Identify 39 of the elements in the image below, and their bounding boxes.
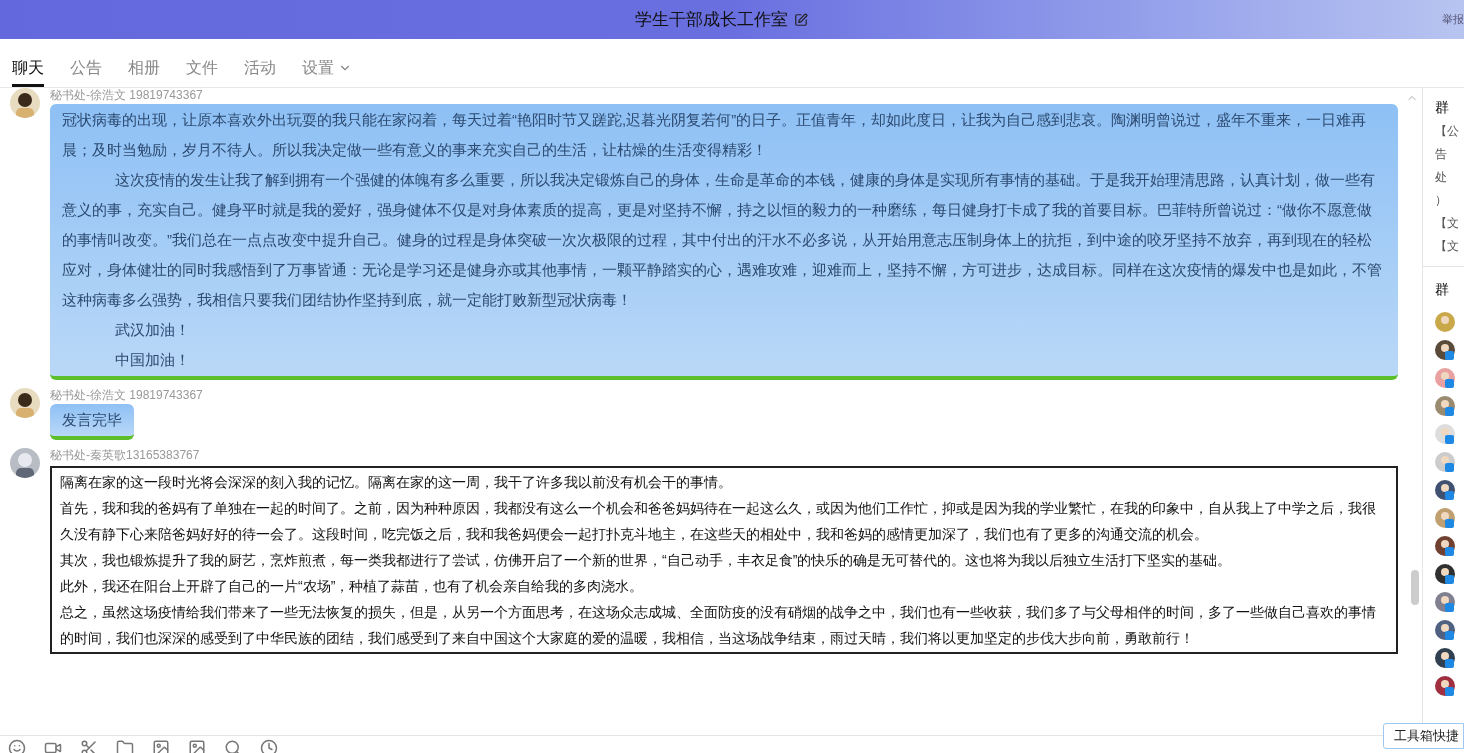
image-icon[interactable] — [188, 739, 206, 753]
notice-text: 【公 — [1435, 123, 1460, 140]
notice-heading: 群 — [1435, 98, 1450, 117]
tooltip: 工具箱快捷 — [1383, 723, 1464, 749]
sender-name: 秘书处-徐浩文 19819743367 — [50, 388, 203, 402]
tab[interactable]: 公告 — [70, 51, 102, 87]
report-link[interactable]: 举报 — [1442, 11, 1464, 28]
message-paragraph: 首先，我和我的爸妈有了单独在一起的时间了。之前，因为种种原因，我都没有这么一个机会和爸爸妈妈待在一起这么久，或因为他们工作忙，抑或是因为我的学业繁忙，在我的印象中，自从我上了中学之后，我很久没有静下心来陪爸妈好好的待一会了。这段时间，吃完饭之后，我和我爸妈便会一起打扑克斗地主，在这些天的相处中，我和爸妈的感情更加深了，我们也有了更多的沟通交流的机会。 — [60, 499, 1377, 544]
search-icon[interactable] — [224, 739, 242, 753]
tab[interactable]: 文件 — [186, 51, 218, 87]
members-heading: 群 — [1434, 280, 1450, 299]
scissors-icon[interactable] — [80, 739, 98, 753]
message-paragraph: 中国加油！ — [113, 350, 191, 370]
message-paragraph: 武汉加油！ — [113, 320, 191, 340]
tab[interactable]: 设置 — [302, 51, 352, 87]
emoji-icon[interactable] — [8, 739, 26, 753]
message-paragraph: 其次，我也锻炼提升了我的厨艺，烹炸煎煮，每一类我都进行了尝试，仿佛开启了一个新的世界，“自己动手，丰衣足食”的快乐的确是无可替代的。这也将为我以后独立生活打下坚实的基础。 — [60, 551, 1233, 570]
tab[interactable]: 活动 — [244, 51, 276, 87]
clock-icon[interactable] — [260, 739, 278, 753]
window-title: 学生干部成长工作室 — [634, 8, 788, 31]
sender-name: 秘书处-徐浩文 19819743367 — [50, 88, 204, 102]
message-paragraph: 此外，我还在阳台上开辟了自己的一片“农场”，种植了蒜苗，也有了机会亲自给我的多肉浇水。 — [60, 577, 645, 596]
tab[interactable]: 相册 — [128, 51, 160, 87]
edit-icon[interactable] — [793, 12, 808, 27]
message-paragraph: 冠状病毒的出现，让原本喜欢外出玩耍的我只能在家闷着，每天过着“艳阳时节又蹉跎,迟暮光阴复若何”的日子。正值青年，却如此度日，让我为自己感到悲哀。陶渊明曾说过，盛年不重来，一日难再晨；及时当勉励，岁月不待人。所以我决定做一些有意义的事来充实自己的生活，让枯燥的生活变得精彩！ — [62, 110, 1368, 160]
message-paragraph: 隔离在家的这一段时光将会深深的刻入我的记忆。隔离在家的这一周，我干了许多我以前没有机会干的事情。 — [60, 473, 733, 492]
tab[interactable]: 聊天 — [12, 51, 44, 87]
message-paragraph: 发言完毕 — [62, 410, 122, 430]
image-icon[interactable] — [152, 739, 170, 753]
sender-name: 秘书处-秦英歌13165383767 — [50, 448, 201, 462]
notice-text: ） — [1435, 192, 1448, 209]
notice-text: 【文 — [1435, 238, 1460, 255]
notice-text: 告 — [1435, 146, 1448, 163]
message-paragraph: 这次疫情的发生让我了解到拥有一个强健的体魄有多么重要，所以我决定锻炼自己的身体，生命是革命的本钱，健康的身体是实现所有事情的基础。于是我开始理清思路，认真计划，做一些有意义的事，充实自己。健身平时就是我的爱好，强身健体不仅是对身体素质的提高，更是对坚持不懈，持之以恒的毅力的一种磨练，每日健身打卡成了我的首要目标。巴菲特所曾说过：“做你不愿意做的事情叫改变。”我们总在一点点改变中提升自己。健身的过程是身体突破一次次极限的过程，其中付出的汗水不必多说，从开始用意志压制身体上的抗拒，到中途的咬牙坚持不放弃，再到现在的轻松应对，身体健壮的同时我感悟到了万事皆通：无论是学习还是健身亦或其他事情，一颗平静踏实的心，遇难攻难，迎难而上，坚持不懈，方可进步，达成目标。同样在这次疫情的爆发中也是如此，不管这种病毒多么强势，我相信只要我们团结协作坚持到底，就一定能打败新型冠状病毒！ — [62, 170, 1383, 310]
message-paragraph: 总之，虽然这场疫情给我们带来了一些无法恢复的损失，但是，从另一个方面思考，在这场众志成城、全面防疫的没有硝烟的战争之中，我们也有一些收获，我们多了与父母相伴的时间，多了一些做自己喜欢的事情的时间，我们也深深的感受到了中华民族的团结，我们感受到了来自中国这个大家庭的爱的温暖，我相信，当这场战争结束，雨过天晴，我们将以更加坚定的步伐大步向前，勇敢前行！ — [60, 603, 1377, 648]
notice-text: 【文 — [1435, 215, 1460, 232]
folder-icon[interactable] — [116, 739, 134, 753]
scrollbar-thumb[interactable] — [1411, 570, 1419, 605]
notice-text: 处 — [1435, 169, 1448, 186]
